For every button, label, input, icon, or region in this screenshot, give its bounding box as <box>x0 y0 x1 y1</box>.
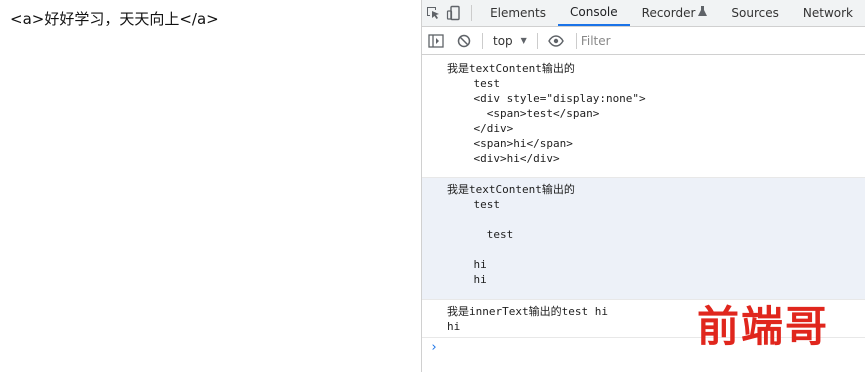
console-message: 我是textContent输出的 test test hi hi <box>422 178 865 300</box>
chevron-down-icon: ▼ <box>520 36 527 45</box>
tabbar-divider <box>471 5 473 21</box>
sidebar-toggle-icon[interactable] <box>422 33 450 48</box>
tab-elements[interactable]: Elements <box>478 0 558 26</box>
console-message-text: 我是textContent输出的 test <div style="displa… <box>447 62 646 165</box>
watermark-logo: 前端哥 <box>697 302 830 351</box>
console-toolbar: top ▼ Filter <box>422 27 865 55</box>
console-filter-input[interactable]: Filter <box>575 32 611 49</box>
toolbar-divider <box>536 32 538 49</box>
execution-context-select[interactable]: top ▼ <box>487 34 533 48</box>
web-page-viewport: <a>好好学习，天天向上</a> <box>0 0 421 372</box>
tab-recorder[interactable]: Recorder <box>630 0 720 26</box>
tab-recorder-label: Recorder <box>641 6 696 20</box>
device-toolbar-icon[interactable] <box>444 0 466 26</box>
page-body-text: <a>好好学习，天天向上</a> <box>10 10 219 28</box>
experimental-flask-icon <box>698 6 708 20</box>
devtools-tabbar: Elements Console Recorder Sources Networ… <box>422 0 865 27</box>
clear-console-icon[interactable] <box>450 34 478 48</box>
tab-sources[interactable]: Sources <box>719 0 790 26</box>
inspect-element-icon[interactable] <box>422 0 444 26</box>
tab-console[interactable]: Console <box>558 0 630 26</box>
console-prompt-icon: › <box>430 340 438 355</box>
live-expression-eye-icon[interactable] <box>542 34 570 47</box>
toolbar-divider <box>482 32 483 49</box>
tab-network[interactable]: Network <box>791 0 865 26</box>
execution-context-value: top <box>493 33 513 48</box>
console-message-text: 我是textContent输出的 test test hi hi <box>447 183 575 286</box>
console-message: 我是textContent输出的 test <div style="displa… <box>422 55 865 178</box>
